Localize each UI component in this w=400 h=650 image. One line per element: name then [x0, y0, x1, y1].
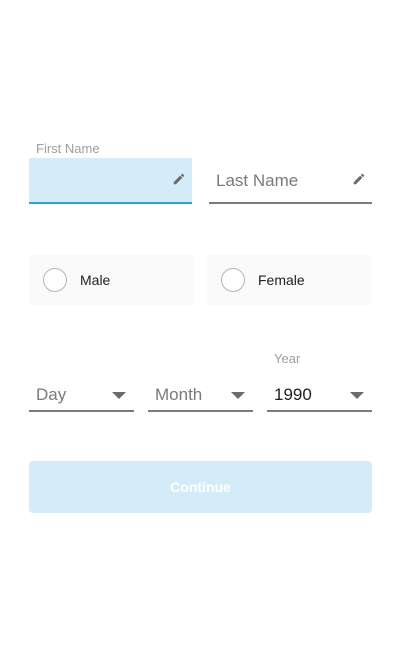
signup-form-page: First Name Last Name Male Female Day Mon… [0, 0, 400, 650]
year-label: Year [274, 351, 301, 366]
gender-label-female: Female [258, 272, 305, 288]
day-select-placeholder: Day [36, 385, 67, 404]
continue-button[interactable]: Continue [29, 461, 372, 513]
first-name-input[interactable] [29, 158, 192, 204]
continue-button-label: Continue [170, 479, 231, 495]
caret-down-icon [231, 392, 245, 399]
radio-button-female[interactable] [221, 268, 245, 292]
pencil-icon [173, 173, 185, 185]
last-name-placeholder: Last Name [216, 171, 299, 190]
gender-option-female[interactable]: Female [207, 255, 372, 305]
gender-option-male[interactable]: Male [29, 255, 194, 305]
caret-down-icon [112, 392, 126, 399]
last-name-input[interactable]: Last Name [209, 158, 372, 204]
month-select[interactable]: Month [148, 382, 253, 412]
caret-down-icon [350, 392, 364, 399]
month-select-placeholder: Month [155, 385, 203, 404]
first-name-label: First Name [36, 141, 100, 156]
year-select-value: 1990 [274, 385, 312, 404]
pencil-icon [353, 173, 365, 185]
day-select[interactable]: Day [29, 382, 134, 412]
radio-button-male[interactable] [43, 268, 67, 292]
gender-label-male: Male [80, 272, 111, 288]
year-select[interactable]: 1990 [267, 382, 372, 412]
